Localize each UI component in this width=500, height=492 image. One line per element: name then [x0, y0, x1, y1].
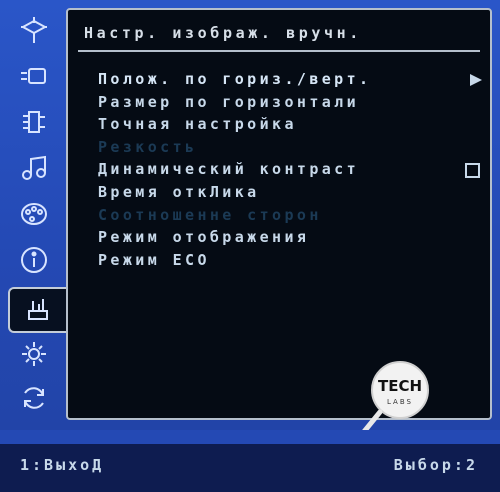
menu-item-eco-mode[interactable]: Режим ECO	[82, 249, 482, 272]
menu-item-label: Режим отображения	[98, 228, 310, 247]
menu-item-label: Режим ECO	[98, 250, 210, 269]
menu-item-response-time[interactable]: Время откЛика	[82, 181, 482, 204]
menu-item-aspect-ratio: Соотношенне сторон	[82, 204, 482, 227]
osd-footer: 1:ВыхоД Выбор:2	[0, 430, 500, 492]
menu-item-label: Размер по горизонтали	[98, 92, 360, 111]
exit-hint: 1:ВыхоД	[20, 456, 105, 474]
menu-item-label: Соотношенне сторон	[98, 205, 322, 224]
sidebar	[0, 0, 66, 430]
memory-recall-icon[interactable]	[14, 378, 54, 418]
audio-adjust-icon[interactable]	[14, 148, 54, 188]
footer-strip	[0, 430, 500, 444]
panel-title: Настр. изображ. вручн.	[84, 24, 362, 42]
menu-list: Полож. по гориз./верт. Размер по горизон…	[82, 68, 482, 271]
submenu-arrow-icon	[470, 74, 482, 86]
dynamic-contrast-checkbox[interactable]	[465, 163, 480, 179]
menu-item-label: Точная настройка	[98, 115, 297, 134]
menu-item-label: Резкость	[98, 137, 198, 156]
color-adjust-icon[interactable]	[14, 194, 54, 234]
svg-text:LABS: LABS	[387, 398, 413, 406]
menu-item-label: Динамический контраст	[98, 160, 360, 179]
setup-menu-icon[interactable]	[14, 334, 54, 374]
brightness-contrast-icon[interactable]	[14, 56, 54, 96]
input-select-icon[interactable]	[14, 10, 54, 50]
image-setup-icon[interactable]	[14, 102, 54, 142]
information-icon[interactable]	[14, 240, 54, 280]
menu-item-display-mode[interactable]: Режим отображения	[82, 226, 482, 249]
select-hint: Выбор:2	[393, 456, 478, 474]
menu-item-label: Время откЛика	[98, 182, 260, 201]
menu-item-fine-tune[interactable]: Точная настройка	[82, 113, 482, 136]
menu-item-horizontal-size[interactable]: Размер по горизонтали	[82, 91, 482, 114]
svg-text:TECH: TECH	[378, 377, 422, 395]
manual-image-adjust-icon[interactable]	[8, 287, 66, 333]
menu-item-position[interactable]: Полож. по гориз./верт.	[82, 68, 482, 91]
menu-item-label: Полож. по гориз./верт.	[98, 70, 372, 88]
title-divider	[78, 50, 480, 52]
menu-item-sharpness: Резкость	[82, 136, 482, 159]
menu-item-dynamic-contrast[interactable]: Динамический контраст	[82, 158, 482, 181]
